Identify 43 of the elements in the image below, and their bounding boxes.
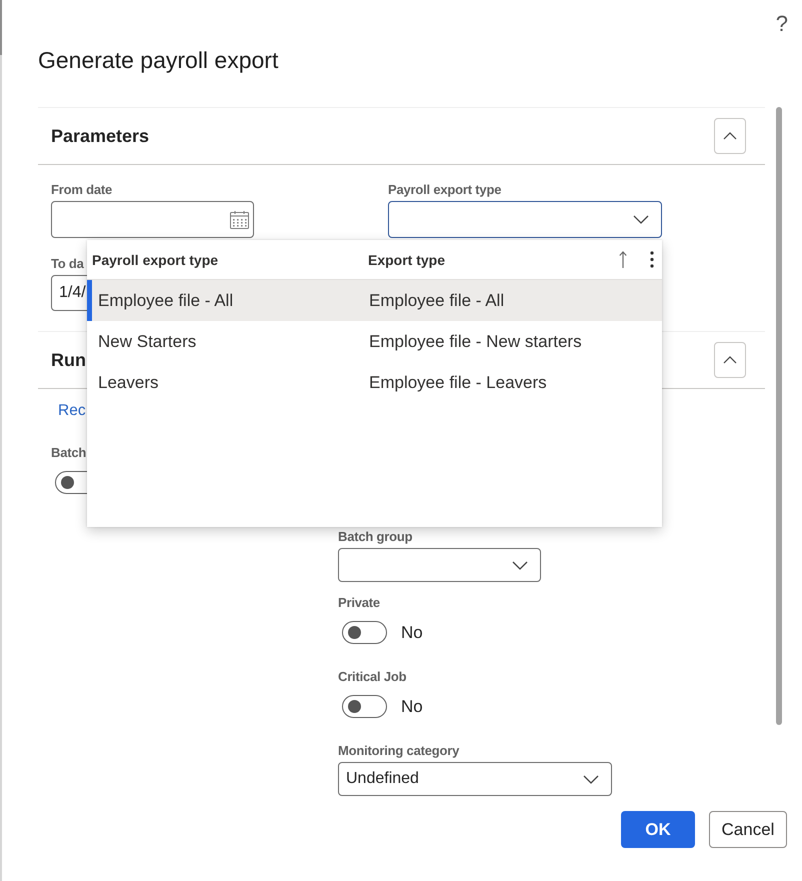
cancel-button[interactable]: Cancel xyxy=(709,811,787,848)
dropdown-field[interactable]: Undefined xyxy=(338,762,612,796)
table-cell-text: Employee file - All xyxy=(98,290,234,310)
field-label: Batch group xyxy=(338,528,412,545)
help-button[interactable]: ? xyxy=(776,10,788,38)
chevron-down-icon xyxy=(583,774,599,784)
lookup-row[interactable]: New Starters Employee file - New starters xyxy=(87,321,662,362)
toggle-state-text: No xyxy=(401,696,423,718)
date-field[interactable] xyxy=(51,201,254,238)
chevron-down-icon xyxy=(633,215,649,224)
table-cell-text: New Starters xyxy=(98,332,198,352)
field-label: From date xyxy=(51,181,112,198)
chevron-up-icon xyxy=(723,356,737,364)
table-cell: Employee file - New starters xyxy=(369,332,582,352)
field-label: Private xyxy=(338,594,380,611)
table-cell: Employee file - All xyxy=(369,290,504,310)
dropdown-field[interactable] xyxy=(338,548,541,582)
field-label: Critical Job xyxy=(338,668,406,685)
chevron-down-icon xyxy=(512,560,528,570)
sort-up-arrow-icon[interactable] xyxy=(619,251,627,268)
table-cell-text: Leavers xyxy=(98,372,160,392)
calendar-icon xyxy=(230,210,249,228)
dialog-title: Generate payroll export xyxy=(38,46,278,74)
column-header[interactable]: Export type xyxy=(368,252,446,268)
chevron-up-icon xyxy=(723,132,737,140)
toggle-switch[interactable] xyxy=(342,695,387,718)
column-header[interactable]: Payroll export type xyxy=(92,252,368,268)
dropdown-field[interactable] xyxy=(388,201,662,238)
field-label: Payroll export type xyxy=(388,181,502,198)
link[interactable]: Rec xyxy=(58,401,86,421)
ok-button[interactable]: OK xyxy=(621,811,695,848)
field-label: Batch xyxy=(51,444,86,461)
toggle-state-text: No xyxy=(401,622,423,644)
scrollbar-thumb[interactable] xyxy=(776,107,782,725)
toggle-switch[interactable] xyxy=(342,621,387,644)
lookup-row[interactable]: Employee file - All Employee file - All xyxy=(87,280,662,321)
more-options-icon[interactable] xyxy=(650,251,654,268)
lookup-row[interactable]: Leavers Employee file - Leavers xyxy=(87,362,662,403)
table-cell: Employee file - Leavers xyxy=(369,372,547,392)
section-heading: Run xyxy=(51,349,86,371)
field-label: To da xyxy=(51,255,84,272)
section-heading: Parameters xyxy=(51,125,150,147)
field-label: Monitoring category xyxy=(338,742,460,759)
